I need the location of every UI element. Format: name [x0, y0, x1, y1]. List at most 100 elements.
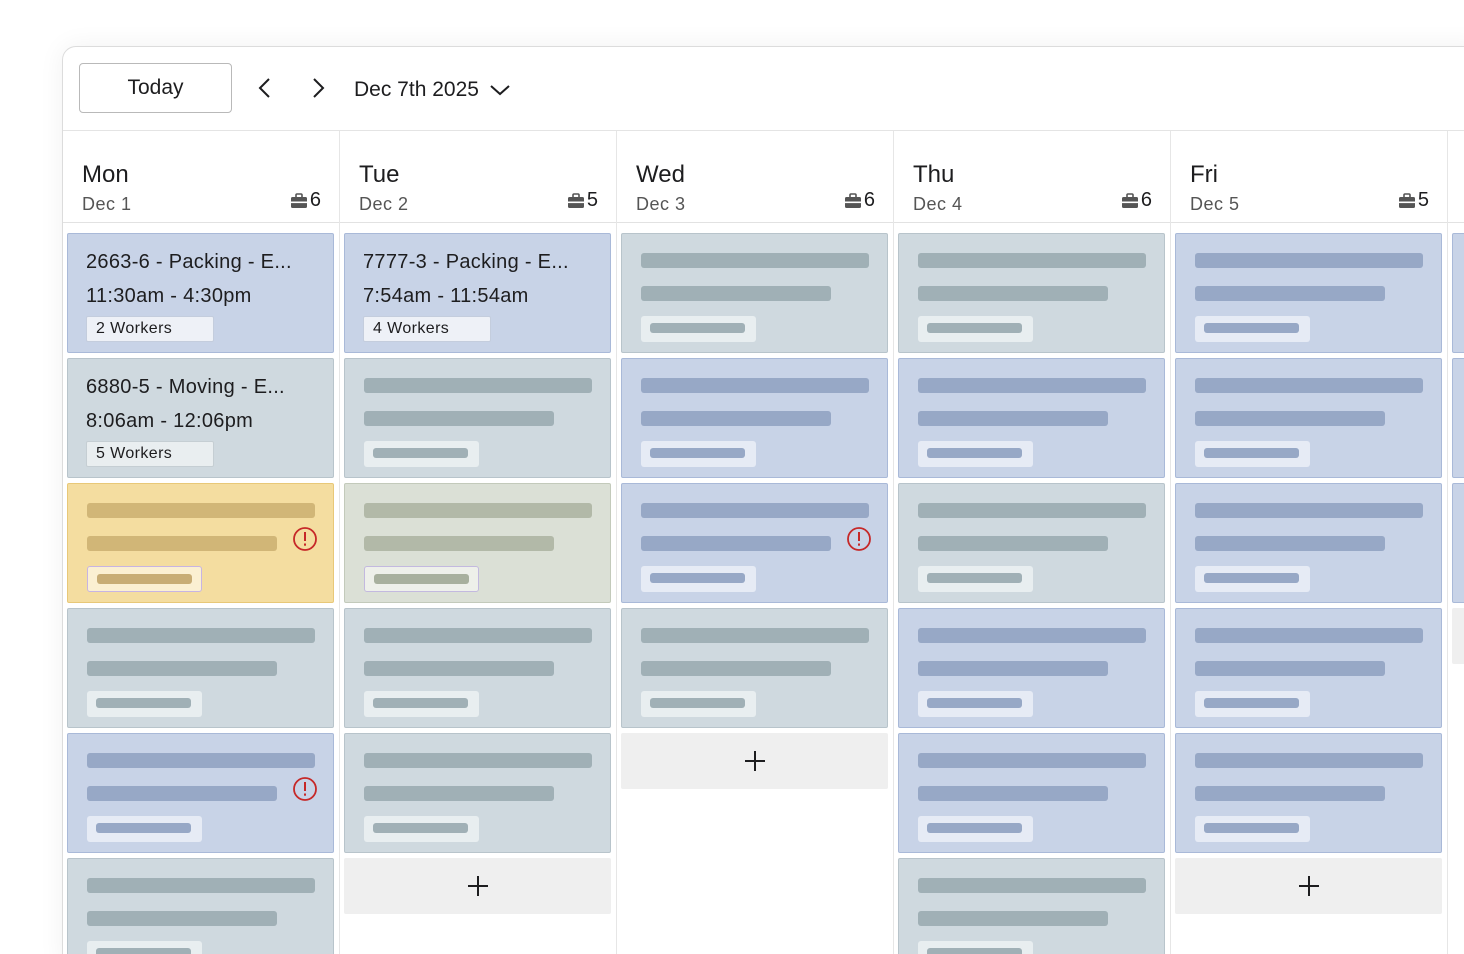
add-job-button[interactable]	[1452, 608, 1464, 664]
day-name: Fri	[1190, 161, 1218, 188]
job-card[interactable]	[344, 733, 611, 853]
placeholder-badge	[364, 566, 479, 592]
placeholder-line	[1195, 536, 1385, 551]
placeholder-badge-line	[927, 823, 1022, 833]
job-card[interactable]	[1452, 483, 1464, 603]
placeholder-badge	[87, 566, 202, 592]
day-date: Dec 4	[913, 194, 963, 214]
job-card-list	[1452, 233, 1464, 664]
chevron-down-icon	[490, 85, 510, 96]
job-card[interactable]	[1175, 733, 1442, 853]
today-button[interactable]: Today	[79, 63, 232, 113]
placeholder-badge	[918, 566, 1033, 592]
placeholder-line	[1195, 786, 1385, 801]
job-card[interactable]	[1452, 233, 1464, 353]
job-card[interactable]: 2663-6 - Packing - E... 11:30am - 4:30pm 2…	[67, 233, 334, 353]
job-card[interactable]	[621, 358, 888, 478]
chevron-left-icon	[258, 78, 270, 98]
job-card[interactable]	[898, 733, 1165, 853]
day-name: Wed	[636, 161, 685, 188]
placeholder-badge	[918, 691, 1033, 717]
date-picker[interactable]: Dec 7th 2025	[354, 75, 511, 105]
job-card[interactable]	[898, 358, 1165, 478]
placeholder-badge-line	[374, 574, 469, 584]
job-card[interactable]	[344, 358, 611, 478]
placeholder-line	[641, 286, 831, 301]
job-title: 6880-5 - Moving - E...	[86, 376, 285, 398]
job-card[interactable]	[898, 858, 1165, 954]
placeholder-line	[918, 628, 1146, 643]
prev-week-button[interactable]	[250, 73, 280, 103]
placeholder-badge-line	[1204, 698, 1299, 708]
job-card[interactable]	[67, 858, 334, 954]
job-card[interactable]	[1452, 358, 1464, 478]
alert-circle-icon	[293, 777, 317, 801]
placeholder-badge-line	[927, 448, 1022, 458]
day-header: Tue Dec 2 5	[340, 131, 616, 223]
placeholder-badge-line	[373, 823, 468, 833]
placeholder-line	[87, 628, 315, 643]
day-header: Thu Dec 4 6	[894, 131, 1170, 223]
add-job-button[interactable]	[621, 733, 888, 789]
job-card[interactable]	[898, 608, 1165, 728]
placeholder-line	[1195, 661, 1385, 676]
job-card[interactable]	[1175, 358, 1442, 478]
job-card[interactable]	[344, 483, 611, 603]
crew-count-value: 6	[1140, 189, 1152, 211]
job-card[interactable]	[621, 483, 888, 603]
placeholder-line	[1195, 253, 1423, 268]
placeholder-badge-line	[927, 948, 1022, 954]
placeholder-line	[1195, 628, 1423, 643]
placeholder-line	[87, 536, 277, 551]
job-card-list	[1175, 233, 1442, 914]
job-card[interactable]	[1175, 608, 1442, 728]
placeholder-badge-line	[1204, 323, 1299, 333]
crew-count: 6	[290, 189, 321, 212]
next-week-button[interactable]	[303, 73, 333, 103]
plus-icon	[467, 876, 488, 896]
placeholder-badge-line	[650, 323, 745, 333]
placeholder-badge	[364, 441, 479, 467]
job-card[interactable]: 7777-3 - Packing - E... 7:54am - 11:54am 4…	[344, 233, 611, 353]
placeholder-line	[641, 503, 869, 518]
job-card[interactable]	[621, 233, 888, 353]
job-card[interactable]	[67, 733, 334, 853]
job-card[interactable]	[621, 608, 888, 728]
placeholder-badge	[364, 816, 479, 842]
placeholder-badge-line	[650, 448, 745, 458]
day-column-wed: Wed Dec 3 6	[617, 131, 894, 954]
job-card[interactable]	[898, 233, 1165, 353]
toolbox-icon	[844, 192, 861, 208]
placeholder-badge	[87, 941, 202, 954]
placeholder-line	[87, 753, 315, 768]
plus-icon	[744, 751, 765, 771]
job-card[interactable]: 6880-5 - Moving - E... 8:06am - 12:06pm 5 …	[67, 358, 334, 478]
add-job-button[interactable]	[344, 858, 611, 914]
add-job-button[interactable]	[1175, 858, 1442, 914]
job-card[interactable]	[344, 608, 611, 728]
placeholder-badge-line	[373, 448, 468, 458]
crew-count: 5	[567, 189, 598, 212]
placeholder-badge	[641, 691, 756, 717]
placeholder-line	[641, 411, 831, 426]
day-date: Dec 1	[82, 194, 132, 214]
crew-count: 5	[1398, 189, 1429, 212]
placeholder-badge	[87, 691, 202, 717]
job-card[interactable]	[898, 483, 1165, 603]
job-card[interactable]	[1175, 233, 1442, 353]
week-board: Mon Dec 1 6 2663-6 - Packing - E... 11:30am …	[63, 130, 1464, 954]
job-card[interactable]	[67, 483, 334, 603]
placeholder-line	[641, 661, 831, 676]
placeholder-line	[364, 786, 554, 801]
placeholder-badge	[641, 566, 756, 592]
placeholder-line	[641, 253, 869, 268]
job-card[interactable]	[1175, 483, 1442, 603]
placeholder-line	[87, 786, 277, 801]
placeholder-badge-line	[927, 698, 1022, 708]
job-card[interactable]	[67, 608, 334, 728]
crew-count-value: 6	[863, 189, 875, 211]
job-card-list	[898, 233, 1165, 954]
placeholder-badge-line	[97, 574, 192, 584]
placeholder-badge	[1195, 566, 1310, 592]
placeholder-line	[364, 411, 554, 426]
